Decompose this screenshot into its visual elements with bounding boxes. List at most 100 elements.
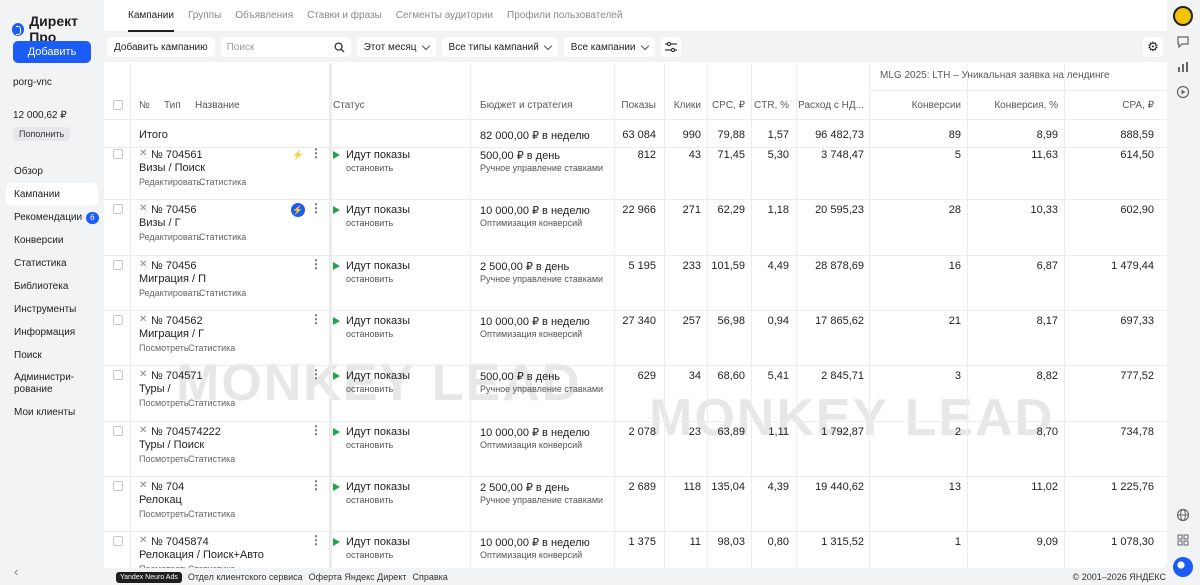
row-checkbox[interactable] (113, 314, 123, 325)
collapse-sidebar-icon[interactable]: ‹ (14, 564, 18, 579)
chart-icon[interactable] (1175, 59, 1191, 75)
assistant-icon[interactable] (1173, 557, 1193, 577)
row-checkbox[interactable] (113, 204, 123, 215)
campaign-name[interactable]: Визы / Поиск (139, 162, 205, 174)
campaign-type-select[interactable]: Все типы кампаний (441, 37, 558, 57)
more-menu-icon[interactable]: ⋮ (310, 478, 322, 492)
sidebar-item-5[interactable]: Библиотека (6, 275, 98, 298)
sidebar-item-9[interactable]: Администри-рование (6, 367, 98, 401)
search-input[interactable]: Поиск (220, 37, 351, 57)
stop-link[interactable]: остановить (346, 274, 393, 284)
stop-link[interactable]: остановить (346, 440, 393, 450)
campaign-id[interactable]: № 704561 (151, 149, 203, 161)
campaign-name[interactable]: Визы / Г (139, 217, 181, 229)
sidebar-item-3[interactable]: Конверсии (6, 229, 98, 252)
chat-icon[interactable] (1175, 34, 1191, 50)
account-name[interactable]: porg-vnc (13, 77, 52, 88)
autotarget-bolt-icon[interactable]: ⚡ (291, 148, 305, 162)
row-checkbox[interactable] (113, 480, 123, 491)
header-shows[interactable]: Показы (621, 100, 656, 111)
row-checkbox[interactable] (113, 425, 123, 436)
sidebar-item-4[interactable]: Статистика (6, 252, 98, 275)
period-select[interactable]: Этот месяц (356, 37, 436, 57)
campaign-name[interactable]: Туры / Поиск (139, 439, 204, 451)
neuro-ads-badge[interactable]: Yandex Neuro Ads (116, 571, 182, 583)
sidebar-item-2[interactable]: Рекомендации 6 (6, 206, 99, 229)
header-budget[interactable]: Бюджет и стратегия (480, 100, 572, 111)
stop-link[interactable]: остановить (346, 163, 393, 173)
avatar[interactable] (1173, 6, 1193, 26)
stop-link[interactable]: остановить (346, 384, 393, 394)
campaign-id[interactable]: № 704574222 (151, 426, 221, 438)
budget-value[interactable]: 500,00 ₽ в день (480, 149, 560, 162)
stop-link[interactable]: остановить (346, 329, 393, 339)
more-menu-icon[interactable]: ⋮ (310, 367, 322, 381)
tab-2[interactable]: Объявления (235, 0, 293, 32)
campaign-name[interactable]: Миграция / Г (139, 328, 204, 340)
row-checkbox[interactable] (113, 370, 123, 381)
budget-value[interactable]: 10 000,00 ₽ в неделю (480, 315, 590, 328)
more-menu-icon[interactable]: ⋮ (310, 146, 322, 160)
more-menu-icon[interactable]: ⋮ (310, 533, 322, 547)
budget-value[interactable]: 2 500,00 ₽ в день (480, 260, 569, 273)
footer-link-support[interactable]: Отдел клиентского сервиса (188, 572, 303, 582)
header-type[interactable]: Тип (164, 100, 181, 111)
campaign-id[interactable]: № 70456 (151, 260, 196, 272)
statistics-link[interactable]: Статистика (188, 398, 235, 408)
campaign-filter-select[interactable]: Все кампании (563, 37, 655, 57)
budget-value[interactable]: 10 000,00 ₽ в неделю (480, 204, 590, 217)
stop-link[interactable]: остановить (346, 550, 393, 560)
filter-settings-icon[interactable] (660, 37, 681, 57)
header-conv_rate[interactable]: Конверсия, % (994, 100, 1058, 111)
globe-icon[interactable] (1175, 507, 1191, 523)
sidebar-item-8[interactable]: Поиск (6, 344, 98, 367)
header-cpc[interactable]: CPC, ₽ (712, 100, 745, 111)
header-spend[interactable]: Расход с НД... (798, 100, 864, 111)
budget-value[interactable]: 10 000,00 ₽ в неделю (480, 426, 590, 439)
autotarget-bolt-icon[interactable]: ⚡ (291, 203, 305, 218)
table-settings-gear-icon[interactable]: ⚙ (1143, 37, 1163, 57)
sidebar-item-0[interactable]: Обзор (6, 160, 98, 183)
statistics-link[interactable]: Статистика (188, 509, 235, 519)
tab-4[interactable]: Сегменты аудитории (396, 0, 493, 32)
sidebar-item-6[interactable]: Инструменты (6, 298, 98, 321)
add-button[interactable]: Добавить (13, 41, 91, 63)
header-ctr[interactable]: CTR, % (754, 100, 789, 111)
header-name[interactable]: Название (195, 100, 240, 111)
row-checkbox[interactable] (113, 149, 123, 159)
statistics-link[interactable]: Статистика (199, 177, 246, 187)
tab-5[interactable]: Профили пользователей (507, 0, 622, 32)
campaign-name[interactable]: Миграция / П (139, 273, 206, 285)
campaign-name[interactable]: Релокация / Поиск+Авто (139, 549, 264, 561)
campaign-id[interactable]: № 7045874 (151, 536, 209, 548)
tab-0[interactable]: Кампании (128, 0, 174, 32)
edit-link[interactable]: Редактировать (139, 232, 201, 242)
more-menu-icon[interactable]: ⋮ (310, 257, 322, 271)
campaign-id[interactable]: № 70456 (151, 204, 196, 216)
header-cpa[interactable]: CPA, ₽ (1122, 100, 1154, 111)
add-campaign-button[interactable]: Добавить кампанию (107, 37, 215, 57)
statistics-link[interactable]: Статистика (188, 564, 235, 568)
statistics-link[interactable]: Статистика (199, 232, 246, 242)
statistics-link[interactable]: Статистика (188, 343, 235, 353)
topup-button[interactable]: Пополнить (13, 127, 71, 141)
more-menu-icon[interactable]: ⋮ (310, 312, 322, 326)
campaign-name[interactable]: Туры / (139, 383, 171, 395)
footer-link-help[interactable]: Справка (412, 572, 447, 582)
header-no[interactable]: № (139, 100, 150, 111)
select-all-checkbox[interactable] (113, 100, 123, 110)
edit-link[interactable]: Посмотреть (139, 398, 189, 408)
budget-value[interactable]: 500,00 ₽ в день (480, 370, 560, 383)
campaign-id[interactable]: № 704 (151, 481, 184, 493)
budget-value[interactable]: 2 500,00 ₽ в день (480, 481, 569, 494)
sidebar-item-1[interactable]: Кампании (6, 183, 98, 206)
row-checkbox[interactable] (113, 536, 123, 547)
more-menu-icon[interactable]: ⋮ (310, 201, 322, 215)
more-menu-icon[interactable]: ⋮ (310, 423, 322, 437)
edit-link[interactable]: Посмотреть (139, 343, 189, 353)
edit-link[interactable]: Посмотреть (139, 564, 189, 568)
apps-grid-icon[interactable] (1175, 532, 1191, 548)
footer-link-offer[interactable]: Оферта Яндекс Директ (309, 572, 407, 582)
header-clicks[interactable]: Клики (674, 100, 701, 111)
statistics-link[interactable]: Статистика (188, 454, 235, 464)
